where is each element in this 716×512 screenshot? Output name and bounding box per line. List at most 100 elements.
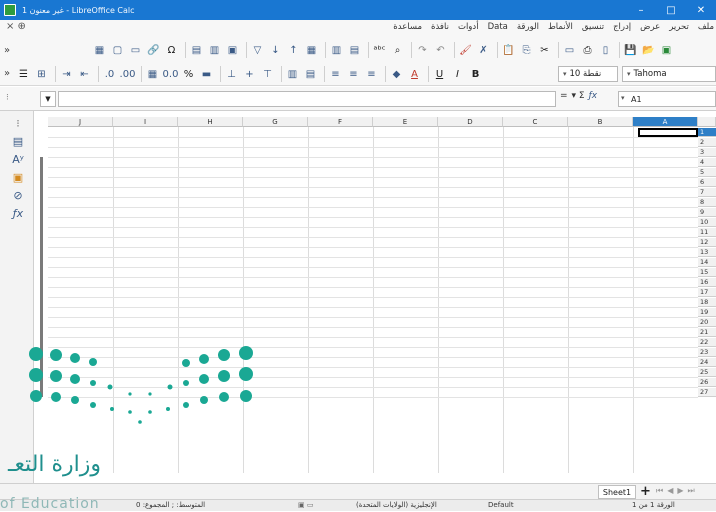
align-right-icon[interactable]: ≡ <box>328 67 343 82</box>
row-header[interactable]: 5 <box>698 168 716 177</box>
borders-icon[interactable]: ☰ <box>16 67 31 82</box>
increase-indent-icon[interactable]: ⇥ <box>59 67 74 82</box>
special-character-icon[interactable]: Ω <box>164 43 179 58</box>
find-replace-icon[interactable]: ⌕ <box>390 43 405 58</box>
row-header[interactable]: 10 <box>698 218 716 227</box>
copy-icon[interactable]: ⎘ <box>519 43 534 58</box>
menu-styles[interactable]: الأنماط <box>548 22 573 32</box>
row-header[interactable]: 2 <box>698 138 716 147</box>
row-header[interactable]: 25 <box>698 368 716 377</box>
menu-file[interactable]: ملف <box>698 22 714 32</box>
underline-icon[interactable]: U <box>432 67 447 82</box>
navigator-icon[interactable]: ⊘ <box>10 187 26 203</box>
menu-help[interactable]: مساعدة <box>393 22 422 32</box>
wrap-text-icon[interactable]: ▥ <box>285 67 300 82</box>
close-button[interactable]: ✕ <box>686 0 716 20</box>
print-icon[interactable]: ⎙ <box>580 43 595 58</box>
bold-icon[interactable]: B <box>468 67 483 82</box>
row-header[interactable]: 23 <box>698 348 716 357</box>
menu-insert[interactable]: إدراج <box>613 22 631 32</box>
align-left-icon[interactable]: ≡ <box>364 67 379 82</box>
paste-icon[interactable]: 📋 <box>501 43 516 58</box>
sort-descending-icon[interactable]: ↓ <box>268 43 283 58</box>
menu-tools[interactable]: أدوات <box>458 22 479 32</box>
sidebar-menu-icon[interactable]: ⁝ <box>10 115 26 131</box>
sort-icon[interactable]: ▦ <box>304 43 319 58</box>
column-header[interactable]: A <box>633 117 698 127</box>
menu-view[interactable]: عرض <box>640 22 660 32</box>
toolbar-overflow-icon[interactable]: » <box>4 45 10 56</box>
new-icon[interactable]: ▣ <box>659 43 674 58</box>
redo-icon[interactable]: ↷ <box>415 43 430 58</box>
save-icon[interactable]: 💾 <box>623 43 638 58</box>
sheet-navigation-icon[interactable]: ⏮◀▶⏭ <box>656 486 699 496</box>
format-percent-icon[interactable]: % <box>181 67 196 82</box>
row-header[interactable]: 24 <box>698 358 716 367</box>
styles-icon[interactable]: Aʸ <box>10 151 26 167</box>
format-currency-icon[interactable]: ▬ <box>199 67 214 82</box>
cell-borders-icon[interactable]: ⊞ <box>34 67 49 82</box>
status-page-style[interactable]: Default <box>488 501 514 509</box>
center-vertically-icon[interactable]: + <box>242 67 257 82</box>
row-header[interactable]: 15 <box>698 268 716 277</box>
font-color-icon[interactable]: A <box>407 67 422 82</box>
row-header[interactable]: 3 <box>698 148 716 157</box>
row-header[interactable]: 14 <box>698 258 716 267</box>
spelling-icon[interactable]: ᵃᵇᶜ <box>372 43 387 58</box>
row-header[interactable]: 4 <box>698 158 716 167</box>
print-preview-icon[interactable]: ▭ <box>562 43 577 58</box>
insert-chart-icon[interactable]: ▥ <box>207 43 222 58</box>
menu-edit[interactable]: تحرير <box>669 22 689 32</box>
menu-sheet[interactable]: الورقة <box>517 22 539 32</box>
undo-icon[interactable]: ↶ <box>433 43 448 58</box>
row-icon[interactable]: ▤ <box>347 43 362 58</box>
align-top-icon[interactable]: ⊤ <box>260 67 275 82</box>
column-header[interactable]: E <box>373 117 438 127</box>
row-header[interactable]: 1 <box>698 128 716 137</box>
row-header[interactable]: 6 <box>698 178 716 187</box>
align-bottom-icon[interactable]: ⊥ <box>224 67 239 82</box>
insert-image-2-icon[interactable]: ▣ <box>225 43 240 58</box>
column-icon[interactable]: ▥ <box>329 43 344 58</box>
row-header[interactable]: 11 <box>698 228 716 237</box>
insert-comment-icon[interactable]: ▭ <box>128 43 143 58</box>
add-decimal-icon[interactable]: .00 <box>120 67 136 82</box>
row-header[interactable]: 22 <box>698 338 716 347</box>
row-header[interactable]: 8 <box>698 198 716 207</box>
column-header[interactable]: J <box>48 117 113 127</box>
row-header[interactable]: 9 <box>698 208 716 217</box>
font-size-box[interactable]: ▾ نقطة 10 <box>558 66 618 82</box>
row-header[interactable]: 21 <box>698 328 716 337</box>
add-sheet-icon[interactable]: + <box>640 484 651 499</box>
column-header[interactable]: H <box>178 117 243 127</box>
name-box-dropdown-icon[interactable]: ▾ <box>621 94 625 102</box>
clear-formatting-icon[interactable]: ✗ <box>476 43 491 58</box>
autofilter-icon[interactable]: ▽ <box>250 43 265 58</box>
row-header[interactable]: 13 <box>698 248 716 257</box>
row-header[interactable]: 27 <box>698 388 716 397</box>
open-icon[interactable]: 📂 <box>641 43 656 58</box>
font-name-box[interactable]: ▾ Tahoma <box>622 66 716 82</box>
properties-icon[interactable]: ▤ <box>10 133 26 149</box>
sheet-tab[interactable]: Sheet1 <box>598 485 636 499</box>
row-header[interactable]: 16 <box>698 278 716 287</box>
column-header[interactable]: D <box>438 117 503 127</box>
sum-icon[interactable]: ▾ Σ <box>572 91 585 101</box>
row-header[interactable]: 20 <box>698 318 716 327</box>
hyperlink-icon[interactable]: 🔗 <box>146 43 161 58</box>
cut-icon[interactable]: ✂ <box>537 43 552 58</box>
insert-image-icon[interactable]: ▦ <box>92 43 107 58</box>
clone-formatting-icon[interactable]: 🖌 <box>458 43 473 58</box>
row-header[interactable]: 7 <box>698 188 716 197</box>
row-header[interactable]: 26 <box>698 378 716 387</box>
close-document-icon[interactable]: × ⊕ <box>6 21 26 32</box>
maximize-button[interactable]: □ <box>656 0 686 20</box>
export-pdf-icon[interactable]: ▯ <box>598 43 613 58</box>
active-cell-cursor[interactable] <box>638 128 698 137</box>
decrease-indent-icon[interactable]: ⇤ <box>77 67 92 82</box>
column-header[interactable]: F <box>308 117 373 127</box>
merge-center-icon[interactable]: ▤ <box>303 67 318 82</box>
sort-ascending-icon[interactable]: ↑ <box>286 43 301 58</box>
column-header[interactable]: G <box>243 117 308 127</box>
delete-decimal-icon[interactable]: .0 <box>102 67 117 82</box>
